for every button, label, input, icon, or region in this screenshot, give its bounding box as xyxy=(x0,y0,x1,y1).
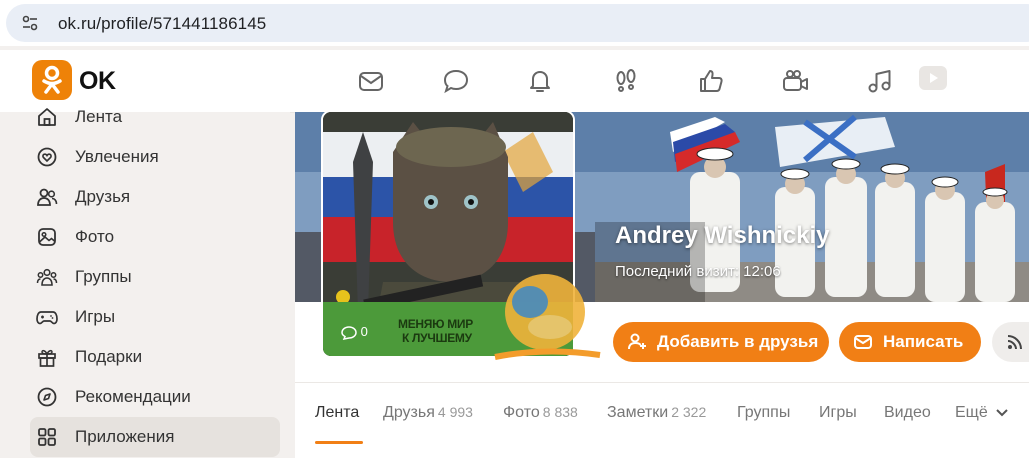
apps-icon xyxy=(38,428,56,446)
mail-icon[interactable] xyxy=(357,67,385,95)
browser-address-bar: ok.ru/profile/571441186145 xyxy=(0,0,1029,46)
add-friend-icon xyxy=(628,333,646,350)
bell-icon[interactable] xyxy=(526,67,554,95)
tab-label: Группы xyxy=(737,404,791,421)
chevron-down-icon xyxy=(996,409,1008,417)
sidebar-item-label: Увлечения xyxy=(75,147,159,166)
avatar-banner-line2: К ЛУЧШЕМУ xyxy=(402,331,472,345)
mail-icon xyxy=(854,335,872,349)
like-icon[interactable] xyxy=(697,67,725,95)
sidebar-item-apps[interactable]: Приложения xyxy=(30,417,280,457)
heart-circle-icon xyxy=(37,147,57,167)
site-settings-icon[interactable] xyxy=(20,13,40,33)
friends-icon xyxy=(37,188,58,206)
last-visit: Последний визит: 12:06 xyxy=(615,263,781,280)
sidebar-item-recommendations[interactable]: Рекомендации xyxy=(30,377,280,417)
chat-icon[interactable] xyxy=(442,67,470,95)
url-text[interactable]: ok.ru/profile/571441186145 xyxy=(58,14,266,34)
sidebar-item-label: Друзья xyxy=(75,187,131,206)
gift-icon xyxy=(38,349,56,367)
logo-text[interactable]: OK xyxy=(79,67,116,96)
sidebar-item-label: Игры xyxy=(75,307,116,326)
add-friend-label: Добавить в друзья xyxy=(657,332,819,351)
sidebar-item-label: Группы xyxy=(75,267,132,286)
sidebar-item-label: Рекомендации xyxy=(75,387,191,406)
home-icon xyxy=(38,108,56,126)
tab-video[interactable]: Видео xyxy=(884,404,931,422)
add-friend-button[interactable]: Добавить в друзья xyxy=(613,322,829,362)
tab-count: 8 838 xyxy=(542,404,578,420)
tab-count: 4 993 xyxy=(437,404,473,420)
sidebar-item-feed[interactable]: Лента xyxy=(30,97,280,137)
ok-logo-icon[interactable] xyxy=(32,60,72,100)
write-message-button[interactable]: Написать xyxy=(839,322,981,362)
tab-feed[interactable]: Лента xyxy=(315,404,359,422)
tab-label: Фото xyxy=(503,404,540,421)
tab-label: Друзья xyxy=(383,404,435,421)
tab-label: Игры xyxy=(819,404,857,421)
sidebar-item-label: Лента xyxy=(75,107,123,126)
comment-count: 0 xyxy=(360,324,368,339)
sidebar-item-label: Фото xyxy=(75,227,115,246)
sidebar-item-games[interactable]: Игры xyxy=(30,297,280,337)
left-sidebar: Лента Увлечения Друзья Фото Группы Игры … xyxy=(0,107,290,458)
groups-icon xyxy=(36,268,58,286)
avatar-banner-line1: МЕНЯЮ МИР xyxy=(398,317,473,331)
sidebar-item-gifts[interactable]: Подарки xyxy=(30,337,280,377)
tab-label: Видео xyxy=(884,404,931,421)
profile-main: Andrey Wishnickiy Последний визит: 12:06… xyxy=(295,110,1029,458)
avatar-comments[interactable]: 0 xyxy=(341,324,368,340)
tab-games[interactable]: Игры xyxy=(819,404,857,422)
tab-label: Ещё xyxy=(955,404,988,421)
subscribe-button[interactable] xyxy=(992,322,1029,362)
video-camera-icon[interactable] xyxy=(781,67,809,95)
sidebar-item-friends[interactable]: Друзья xyxy=(30,177,280,217)
tab-more[interactable]: Ещё xyxy=(955,404,1008,422)
sidebar-item-photos[interactable]: Фото xyxy=(30,217,280,257)
tab-label: Лента xyxy=(315,404,360,421)
video-play-icon[interactable] xyxy=(918,65,948,91)
tab-friends[interactable]: Друзья 4 993 xyxy=(383,404,473,422)
compass-icon xyxy=(37,387,57,407)
sidebar-item-label: Приложения xyxy=(75,427,175,446)
sidebar-item-label: Подарки xyxy=(75,347,143,366)
url-field[interactable]: ok.ru/profile/571441186145 xyxy=(6,4,1029,42)
profile-name: Andrey Wishnickiy xyxy=(615,222,830,249)
write-message-label: Написать xyxy=(883,332,964,351)
sidebar-item-groups[interactable]: Группы xyxy=(30,257,280,297)
music-icon[interactable] xyxy=(866,67,894,95)
tab-groups[interactable]: Группы xyxy=(737,404,790,422)
comment-icon xyxy=(341,325,357,340)
tab-notes[interactable]: Заметки 2 322 xyxy=(607,404,706,422)
rss-icon xyxy=(1007,335,1022,350)
tab-count: 2 322 xyxy=(671,404,707,420)
gamepad-icon xyxy=(36,311,58,325)
divider xyxy=(295,382,1029,383)
footprints-icon[interactable] xyxy=(612,67,640,95)
sidebar-item-hobbies[interactable]: Увлечения xyxy=(30,137,280,177)
photo-icon xyxy=(38,228,56,246)
tab-label: Заметки xyxy=(607,404,669,421)
tab-photos[interactable]: Фото 8 838 xyxy=(503,404,578,422)
active-tab-indicator xyxy=(315,441,363,444)
sticker-image xyxy=(494,274,601,360)
